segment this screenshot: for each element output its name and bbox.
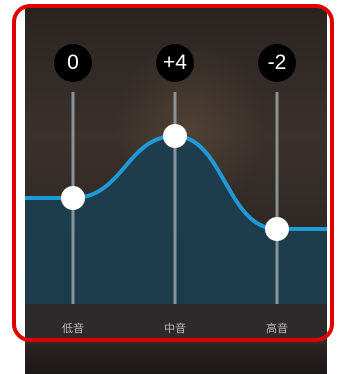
gain-badge-mid: +4 xyxy=(156,44,194,82)
slider-knob-treble[interactable] xyxy=(265,217,289,241)
gain-badge-treble: -2 xyxy=(258,44,296,82)
slider-knob-mid[interactable] xyxy=(163,124,187,148)
slider-knob-bass[interactable] xyxy=(61,186,85,210)
band-label-bass: 低音 xyxy=(62,322,84,335)
gain-badge-bass: 0 xyxy=(54,44,92,82)
band-label-treble: 高音 xyxy=(266,322,288,335)
band-label-mid: 中音 xyxy=(164,322,186,335)
equalizer-screen: 0 +4 -2 低音 中音 高音 xyxy=(0,0,342,374)
equalizer-panel: 0 +4 -2 低音 中音 高音 xyxy=(25,8,327,374)
